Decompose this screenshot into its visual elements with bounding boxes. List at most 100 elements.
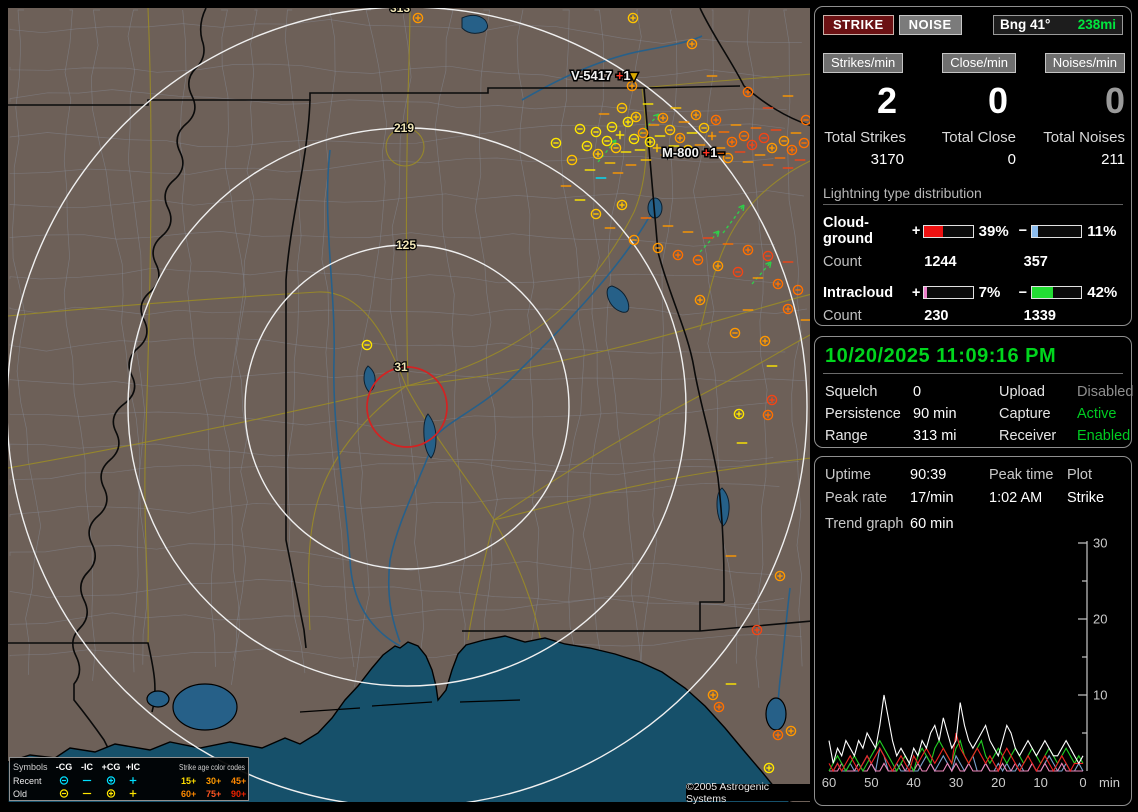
legend-text: +CG (102, 762, 121, 772)
cg-plus-count: 1244 (924, 254, 957, 270)
range-ring-label: 313 (390, 1, 410, 15)
trend-panel: Uptime 90:39 Peak time Plot Peak rate 17… (814, 456, 1132, 806)
copyright-bar: ©2005 Astrogenic Systems (686, 781, 812, 805)
cg-plus-pct: 39% (978, 222, 1009, 240)
range-ring-label: 219 (394, 121, 414, 135)
peak-rate-value: 17/min (910, 490, 954, 506)
legend-text: Old (13, 789, 27, 799)
map-symbol-legend: Symbols -CG -IC +CG +IC Strike age color code… (9, 757, 249, 801)
close-per-min-value: 0 (987, 80, 1008, 121)
receiver-label: Receiver (999, 428, 1057, 444)
peak-rate-label: Peak rate (825, 490, 888, 506)
range-label: Range (825, 428, 868, 444)
trend-graph-label: Trend graph (825, 516, 904, 532)
trend-x-tick-label: 30 (949, 775, 963, 790)
noise-mode-button[interactable]: NOISE (898, 15, 962, 35)
persistence-value: 90 min (913, 406, 957, 422)
trend-series--cg (829, 746, 1084, 773)
datetime-display: 10/20/2025 11:09:16 PM (823, 343, 1123, 374)
total-strikes-label: Total Strikes (824, 129, 906, 146)
lightning-map[interactable]: 313 219 125 31 V-5417 +1▾ M-800 +1– (0, 0, 812, 812)
plus-sign: + (911, 284, 921, 301)
legend-text: 45+ (231, 776, 246, 786)
cg-plus-bar (922, 224, 974, 238)
minus-sign: − (1018, 223, 1028, 239)
peak-time-label: Peak time (989, 467, 1054, 483)
plot-mode-value: Strike (1067, 490, 1105, 506)
uptime-value: 90:39 (910, 467, 947, 483)
cg-minus-count: 357 (1023, 254, 1048, 270)
uptime-label: Uptime (825, 467, 871, 483)
total-close-value: 0 (1007, 151, 1016, 168)
cloud-ground-label: Cloud-ground (823, 215, 873, 247)
minus-sign: − (1018, 284, 1028, 301)
ic-plus-pct: 7% (978, 284, 1001, 301)
ic-plus-count: 230 (924, 308, 949, 324)
distribution-title: Lightning type distribution (823, 185, 1123, 205)
strike-stats-panel: STRIKE NOISE Bng 41° 238mi Strikes/min C… (814, 6, 1132, 326)
receiver-status: Enabled (1077, 428, 1131, 444)
cg-minus-bar (1031, 224, 1083, 238)
legend-text: +IC (126, 762, 141, 772)
range-ring-label: 125 (396, 238, 416, 252)
distance-value: 238mi (1077, 17, 1116, 32)
strikes-per-min-label: Strikes/min (823, 53, 904, 73)
noises-per-min-label: Noises/min (1044, 53, 1125, 73)
app-window: { "window": { "copyright": "©2005 Astrog… (0, 0, 1138, 812)
legend-text: Recent (13, 776, 42, 786)
persistence-label: Persistence (825, 406, 901, 422)
cg-count-label: Count (823, 254, 862, 270)
status-panel: 10/20/2025 11:09:16 PM Squelch 0 Upload … (814, 336, 1134, 448)
total-close-label: Total Close (941, 129, 1016, 146)
ic-count-label: Count (823, 308, 862, 324)
ic-plus-bar (922, 286, 974, 299)
trend-y-tick-label: 20 (1093, 612, 1107, 627)
plus-sign: + (911, 223, 921, 239)
storm-cell-label: M-800 +1– (662, 145, 725, 160)
trend-series-total-strikes (828, 694, 1084, 765)
legend-text: 15+ (181, 776, 196, 786)
cg-minus-pct: 11% (1087, 222, 1117, 240)
trend-graph: 10 20 30 60 50 40 30 20 10 0 min (822, 536, 1120, 791)
bearing-distance-readout: Bng 41° 238mi (993, 15, 1123, 35)
trend-x-tick-label: 40 (906, 775, 920, 790)
intracloud-label: Intracloud (823, 284, 894, 301)
trend-x-unit-label: min (1099, 775, 1120, 790)
trend-window-value: 60 min (910, 516, 954, 532)
legend-text: 90+ (231, 789, 246, 799)
ic-minus-pct: 42% (1087, 284, 1118, 301)
total-noises-label: Total Noises (1043, 129, 1125, 146)
trend-x-tick-label: 50 (864, 775, 878, 790)
storm-cell-label: V-5417 +1▾ (571, 68, 638, 83)
legend-text: 60+ (181, 789, 196, 799)
copyright-text: ©2005 Astrogenic Systems (686, 780, 770, 805)
upload-label: Upload (999, 384, 1045, 400)
ic-minus-count: 1339 (1023, 308, 1056, 324)
trend-x-tick-label: 10 (1033, 775, 1047, 790)
noises-per-min-value: 0 (1104, 80, 1125, 121)
legend-text: Symbols (13, 762, 48, 772)
total-strikes-value: 3170 (870, 151, 904, 168)
range-ring-label: 31 (394, 360, 408, 374)
bearing-value: Bng 41° (1000, 17, 1051, 32)
capture-status: Active (1077, 406, 1117, 422)
trend-y-tick-label: 10 (1093, 688, 1107, 703)
legend-text: 30+ (206, 776, 221, 786)
range-value: 313 mi (913, 428, 957, 444)
trend-x-tick-label: 20 (991, 775, 1005, 790)
trend-y-tick-label: 30 (1093, 536, 1107, 551)
legend-text: 75+ (206, 789, 221, 799)
squelch-value: 0 (913, 384, 922, 400)
squelch-label: Squelch (825, 384, 878, 400)
strike-mode-button[interactable]: STRIKE (823, 15, 894, 35)
total-noises-value: 211 (1101, 151, 1125, 168)
upload-status: Disabled (1077, 384, 1134, 400)
legend-text: -CG (56, 762, 73, 772)
capture-label: Capture (999, 406, 1051, 422)
trend-x-tick-label: 0 (1079, 775, 1086, 790)
legend-text: -IC (81, 762, 93, 772)
trend-series--ic (829, 762, 1083, 773)
plot-label: Plot (1067, 467, 1092, 483)
close-per-min-label: Close/min (942, 53, 1016, 73)
peak-time-value: 1:02 AM (989, 490, 1043, 506)
